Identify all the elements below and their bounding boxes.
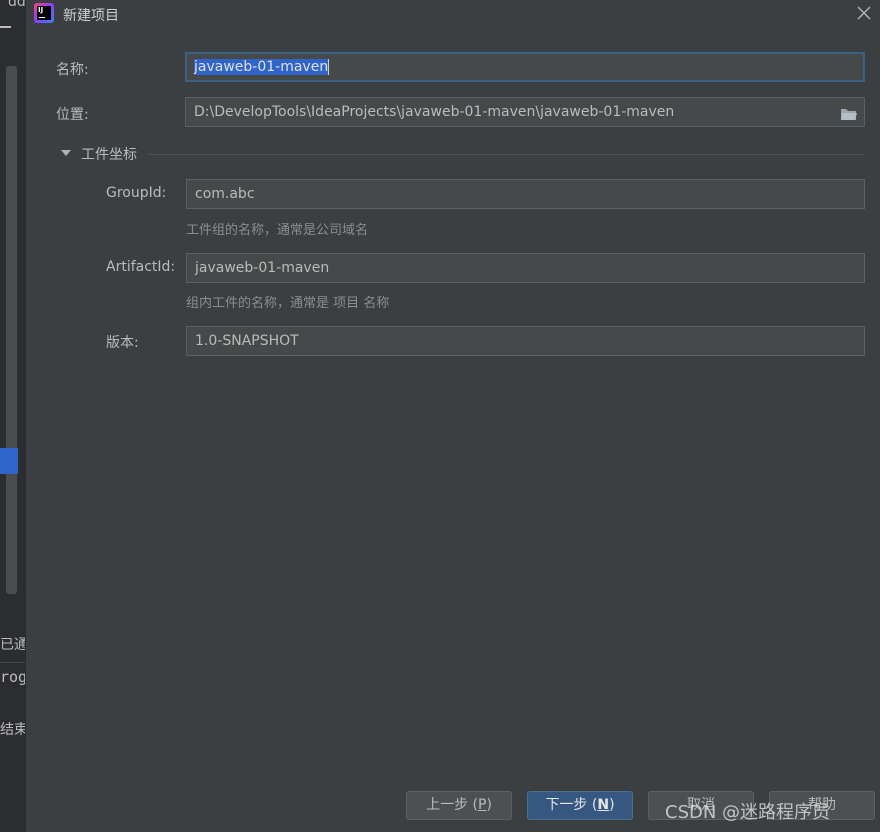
next-button[interactable]: 下一步 (N): [527, 791, 633, 820]
close-icon[interactable]: [855, 4, 873, 22]
background-ide-window: dd 已通过 rog 结束: [0, 0, 25, 832]
background-ide-divider: [0, 26, 11, 28]
artifactid-hint: 组内工件的名称，通常是 项目 名称: [186, 296, 390, 311]
dialog-titlebar: IJ 新建项目: [26, 0, 880, 28]
name-label: 名称:: [56, 62, 89, 78]
next-button-mnemonic: N: [597, 797, 610, 813]
background-ide-text: 已通过: [0, 637, 25, 653]
artifact-coordinates-title: 工件坐标: [81, 147, 137, 163]
background-scrollbar: [6, 66, 17, 594]
previous-button-suffix: ): [486, 797, 492, 813]
groupid-label: GroupId:: [106, 185, 167, 201]
dialog-title: 新建项目: [63, 8, 119, 24]
section-divider: [148, 154, 864, 155]
location-label: 位置:: [56, 107, 89, 123]
version-input[interactable]: 1.0-SNAPSHOT: [186, 326, 865, 356]
next-button-suffix: ): [609, 797, 615, 813]
folder-browse-icon[interactable]: [840, 104, 858, 120]
new-project-dialog: IJ 新建项目 名称: javaweb-01-maven 位置: D:\Deve…: [25, 0, 880, 832]
groupid-hint: 工件组的名称，通常是公司域名: [186, 223, 369, 238]
artifactid-input-value: javaweb-01-maven: [195, 260, 330, 276]
name-input-value: javaweb-01-maven: [194, 59, 329, 75]
previous-button[interactable]: 上一步 (P): [406, 791, 512, 820]
location-input-value: D:\DevelopTools\IdeaProjects\javaweb-01-…: [194, 104, 675, 120]
next-button-label: 下一步 (: [545, 797, 598, 813]
artifactid-input[interactable]: javaweb-01-maven: [186, 253, 865, 283]
name-input[interactable]: javaweb-01-maven: [185, 52, 865, 82]
intellij-idea-icon: IJ: [34, 3, 54, 23]
expand-triangle-icon: [61, 150, 71, 156]
background-ide-divider: [0, 662, 25, 663]
background-ide-text: rog: [0, 668, 25, 686]
version-input-value: 1.0-SNAPSHOT: [195, 333, 299, 349]
background-ide-text: 结束: [0, 722, 25, 738]
artifactid-label: ArtifactId:: [106, 259, 176, 275]
version-label: 版本:: [106, 335, 139, 351]
csdn-watermark: CSDN @迷路程序员: [665, 802, 831, 823]
groupid-input-value: com.abc: [195, 186, 255, 202]
groupid-input[interactable]: com.abc: [186, 179, 865, 209]
previous-button-label: 上一步 (: [426, 797, 478, 813]
location-input[interactable]: D:\DevelopTools\IdeaProjects\javaweb-01-…: [185, 97, 865, 127]
background-ide-text: dd: [8, 0, 25, 10]
text-caret: [328, 59, 330, 75]
background-selected-row: [0, 448, 18, 474]
